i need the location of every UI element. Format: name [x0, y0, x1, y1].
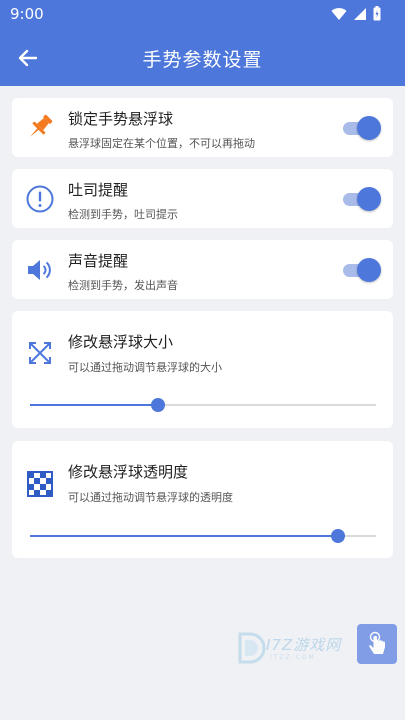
setting-title: 吐司提醒 — [68, 181, 129, 199]
slider-subtitle: 可以通过拖动调节悬浮球的透明度 — [68, 491, 233, 504]
slider-fill — [30, 404, 159, 406]
alert-circle-icon — [24, 183, 56, 215]
toast-reminder-toggle[interactable] — [341, 187, 381, 211]
app-bar: 手势参数设置 — [0, 30, 405, 86]
setting-title: 声音提醒 — [68, 252, 129, 270]
slider-fill — [30, 535, 338, 537]
setting-subtitle: 检测到手势，吐司提示 — [68, 208, 178, 221]
watermark: I7Z游戏网 ITZZ·COM — [236, 630, 366, 666]
toggle-knob — [357, 116, 381, 140]
lock-ball-toggle[interactable] — [341, 116, 381, 140]
pushpin-icon — [24, 111, 56, 143]
setting-sound-reminder: 声音提醒 检测到手势，发出声音 — [12, 240, 393, 299]
wifi-icon — [331, 7, 347, 20]
toggle-knob — [357, 258, 381, 282]
slider-subtitle: 可以通过拖动调节悬浮球的大小 — [68, 361, 222, 374]
touch-hand-icon — [369, 631, 385, 654]
ball-opacity-slider[interactable] — [30, 526, 376, 546]
signal-icon — [354, 7, 366, 20]
sound-reminder-toggle[interactable] — [341, 258, 381, 282]
watermark-subtext: ITZZ·COM — [270, 654, 316, 661]
slider-title: 修改悬浮球透明度 — [68, 463, 189, 481]
status-icons — [331, 6, 381, 21]
watermark-text: I7Z游戏网 — [266, 636, 342, 654]
status-bar: 9:00 — [0, 0, 405, 30]
slider-thumb[interactable] — [151, 398, 166, 412]
setting-title: 锁定手势悬浮球 — [68, 110, 174, 128]
setting-subtitle: 检测到手势，发出声音 — [68, 279, 178, 292]
slider-thumb[interactable] — [330, 529, 345, 543]
checkerboard-icon — [24, 468, 56, 500]
setting-lock-ball: 锁定手势悬浮球 悬浮球固定在某个位置，不可以再拖动 — [12, 98, 393, 157]
watermark-logo-icon — [238, 632, 266, 664]
setting-toast-reminder: 吐司提醒 检测到手势，吐司提示 — [12, 169, 393, 228]
setting-ball-size: 修改悬浮球大小 可以通过拖动调节悬浮球的大小 — [12, 311, 393, 428]
ball-size-slider[interactable] — [30, 395, 376, 415]
gesture-floating-ball[interactable] — [357, 624, 397, 664]
setting-subtitle: 悬浮球固定在某个位置，不可以再拖动 — [68, 137, 255, 150]
speaker-icon — [24, 254, 56, 286]
toggle-knob — [357, 187, 381, 211]
resize-arrows-icon — [24, 337, 56, 369]
slider-title: 修改悬浮球大小 — [68, 333, 174, 351]
setting-ball-opacity: 修改悬浮球透明度 可以通过拖动调节悬浮球的透明度 — [12, 441, 393, 558]
page-title: 手势参数设置 — [142, 49, 263, 71]
battery-icon — [373, 6, 381, 21]
status-time: 9:00 — [10, 5, 44, 23]
